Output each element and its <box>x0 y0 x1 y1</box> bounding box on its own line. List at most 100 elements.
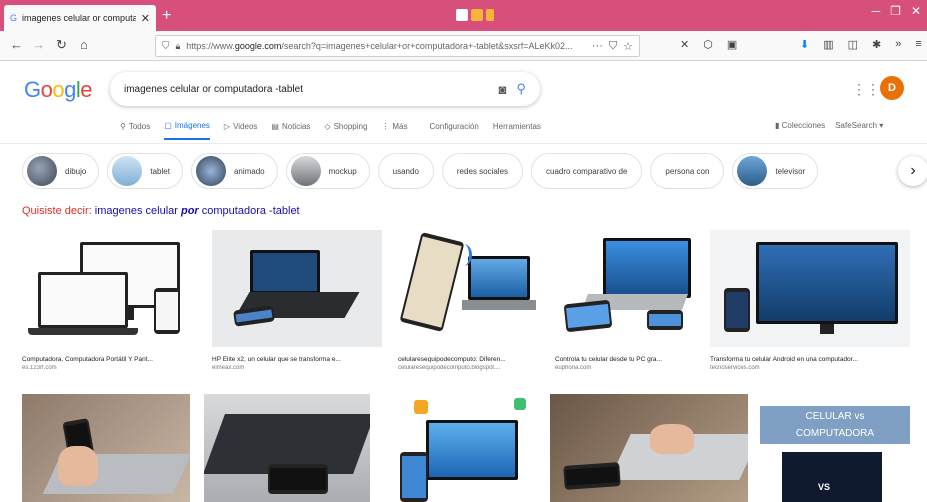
result-thumbnail[interactable] <box>398 230 541 347</box>
bookmark-star-icon[interactable]: ☆ <box>623 40 633 53</box>
url-text[interactable]: https://www.google.com/search?q=imagenes… <box>186 41 586 51</box>
result-source[interactable]: euphoria.com <box>555 365 697 371</box>
shield-icon[interactable]: ⛉ <box>162 41 170 52</box>
tag-icon: ◇ <box>324 122 331 131</box>
result-source[interactable]: elmeax.com <box>212 365 382 371</box>
sidebar-icon[interactable]: ◫ <box>848 38 858 51</box>
close-tab-icon[interactable]: ✕ <box>141 12 150 25</box>
phone-image <box>268 464 328 494</box>
related-chips: dibujo tablet animado mockup usando rede… <box>22 153 819 189</box>
did-you-mean-link[interactable]: imagenes celular por computadora -tablet <box>95 205 300 217</box>
image-result[interactable]: celularesequipodecomputo: Diferen... cel… <box>398 230 541 371</box>
pause-icon[interactable] <box>486 9 494 21</box>
header-divider <box>0 143 927 144</box>
image-result[interactable]: CELULAR vs COMPUTADORA VS <box>760 394 910 502</box>
tab-todos[interactable]: ⚲ Todos <box>120 121 150 140</box>
image-result[interactable]: HP Elite x2, un celular que se transform… <box>212 230 382 371</box>
result-caption[interactable]: Computadora, Computadora Portátil Y Pant… <box>22 356 194 363</box>
search-icon: ⚲ <box>120 122 126 131</box>
address-bar[interactable]: ⛉ 🔒︎ https://www.google.com/search?q=ima… <box>155 35 640 57</box>
search-input[interactable] <box>124 83 489 95</box>
result-thumbnail[interactable] <box>204 394 370 502</box>
result-caption[interactable]: HP Elite x2, un celular que se transform… <box>212 356 382 363</box>
search-box: ◙ ⚲ <box>110 72 540 106</box>
result-caption[interactable]: celularesequipodecomputo: Diferen... <box>398 356 541 363</box>
chip-thumbnail <box>112 156 143 186</box>
hand-image <box>58 446 98 486</box>
reload-icon[interactable]: ↻ <box>56 37 67 53</box>
chevron-right-icon[interactable]: › <box>898 156 927 186</box>
chip-persona-con[interactable]: persona con <box>650 153 725 189</box>
result-thumbnail[interactable] <box>555 230 697 347</box>
chip-mockup[interactable]: mockup <box>285 153 370 189</box>
chip-redes-sociales[interactable]: redes sociales <box>441 153 524 189</box>
minimize-icon[interactable]: ─ <box>872 4 881 18</box>
tab-shopping[interactable]: ◇ Shopping <box>324 121 367 140</box>
tab-herramientas[interactable]: Herramientas <box>493 121 541 140</box>
result-thumbnail[interactable] <box>212 230 382 347</box>
extension-x-icon[interactable]: ✕ <box>680 38 689 51</box>
result-thumbnail[interactable] <box>384 394 536 502</box>
downloads-icon[interactable]: ⬇ <box>800 38 809 51</box>
close-window-icon[interactable]: ✕ <box>911 4 921 18</box>
result-thumbnail[interactable] <box>22 394 190 502</box>
image-result[interactable]: Transforma tu celular Android en una com… <box>710 230 910 371</box>
chip-dibujo[interactable]: dibujo <box>22 153 100 189</box>
image-result[interactable]: Controla tu celular desde tu PC gra... e… <box>555 230 697 371</box>
image-result[interactable] <box>550 394 748 502</box>
tab-imagenes[interactable]: ▢ Imágenes <box>164 121 210 140</box>
back-icon[interactable]: ← <box>10 37 23 52</box>
result-thumbnail[interactable] <box>710 230 910 347</box>
result-source[interactable]: celularesequipodecomputo.blogspot.... <box>398 365 541 371</box>
chip-usando[interactable]: usando <box>377 153 434 189</box>
tablet-image <box>563 299 613 333</box>
overflow-icon[interactable]: » <box>895 38 901 51</box>
tab-configuracion[interactable]: Configuración <box>430 121 479 140</box>
google-logo[interactable]: Google <box>24 77 93 103</box>
tab-noticias[interactable]: ▤ Noticias <box>271 121 310 140</box>
search-icon[interactable]: ⚲ <box>516 81 526 97</box>
result-thumbnail[interactable] <box>550 394 748 502</box>
extension-icon[interactable]: ✱ <box>872 38 881 51</box>
chip-televisor[interactable]: televisor <box>732 153 819 189</box>
tab-title: imagenes celular or computado... <box>22 13 136 23</box>
extension-tag-icon[interactable]: ⬡ <box>703 38 713 51</box>
image-result[interactable]: Computadora, Computadora Portátil Y Pant… <box>22 230 194 371</box>
more-icon[interactable]: ··· <box>592 40 603 53</box>
image-result[interactable] <box>384 394 536 502</box>
tab-favicon-icon: G <box>10 13 18 23</box>
vs-banner: CELULAR vs COMPUTADORA <box>760 406 910 444</box>
result-thumbnail[interactable]: CELULAR vs COMPUTADORA VS <box>760 394 910 502</box>
browser-titlebar: G imagenes celular or computado... ✕ + ─… <box>0 0 927 31</box>
result-source[interactable]: tecnoservices.com <box>710 365 910 371</box>
tab-mas[interactable]: ⋮ Más <box>381 121 407 140</box>
result-caption[interactable]: Controla tu celular desde tu PC gra... <box>555 356 697 363</box>
chip-tablet[interactable]: tablet <box>107 153 183 189</box>
new-tab-button[interactable]: + <box>162 7 171 25</box>
tab-videos[interactable]: ▷ Videos <box>224 121 257 140</box>
phone-image <box>724 288 750 332</box>
extension-clipboard-icon[interactable]: ▣ <box>727 38 737 51</box>
maximize-icon[interactable]: ❐ <box>890 4 901 18</box>
pocket-icon[interactable]: ⛉ <box>609 40 617 53</box>
result-caption[interactable]: Transforma tu celular Android en una com… <box>710 356 910 363</box>
result-thumbnail[interactable] <box>22 230 194 347</box>
app-icon[interactable] <box>456 9 468 21</box>
chip-cuadro-comparativo[interactable]: cuadro comparativo de <box>531 153 643 189</box>
avatar[interactable]: D <box>880 76 904 100</box>
menu-icon[interactable]: ≡ <box>915 38 921 51</box>
browser-tab[interactable]: G imagenes celular or computado... ✕ <box>4 5 156 31</box>
home-icon[interactable]: ⌂ <box>80 37 88 52</box>
camera-search-icon[interactable]: ◙ <box>499 82 507 97</box>
library-icon[interactable]: ▥ <box>823 38 833 51</box>
forward-icon[interactable]: → <box>32 37 45 52</box>
safesearch-link[interactable]: SafeSearch ▾ <box>835 121 883 130</box>
hand-image <box>650 424 694 454</box>
camera-icon[interactable] <box>471 9 483 21</box>
chip-animado[interactable]: animado <box>190 153 278 189</box>
more-icon: ⋮ <box>381 122 390 131</box>
image-result[interactable] <box>204 394 370 502</box>
image-result[interactable] <box>22 394 190 502</box>
result-source[interactable]: es.123rf.com <box>22 365 194 371</box>
collections-link[interactable]: ▮ Colecciones <box>775 121 825 130</box>
